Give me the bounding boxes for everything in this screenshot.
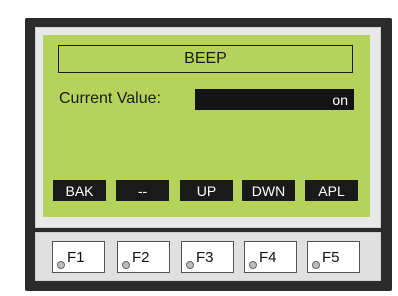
softkey-down[interactable]: DWN [242,180,295,201]
screen-title: BEEP [58,45,353,73]
f4-label: F4 [259,249,277,266]
softkey-apply[interactable]: APL [305,180,358,201]
current-value-text: on [332,91,348,108]
softkey-up[interactable]: UP [180,180,233,201]
softkey-bak[interactable]: BAK [53,180,106,201]
f2-label: F2 [132,249,150,266]
softkey-blank[interactable]: -- [116,180,169,201]
softkey-label: APL [318,182,345,199]
softkey-label: -- [137,182,148,199]
screen-title-text: BEEP [184,50,227,67]
current-value-field[interactable]: on [195,89,354,110]
function-key-panel: F1 F2 F3 F4 F5 [35,232,381,281]
led-icon [122,261,130,269]
f1-label: F1 [67,249,85,266]
softkey-label: DWN [251,182,286,199]
f5-label: F5 [322,249,340,266]
f1-button[interactable]: F1 [52,241,105,273]
led-icon [249,261,257,269]
softkey-label: UP [196,182,217,199]
led-icon [312,261,320,269]
softkey-bar: BAK -- UP DWN APL [53,180,360,201]
current-value-label: Current Value: [59,90,161,107]
f4-button[interactable]: F4 [244,241,297,273]
f2-button[interactable]: F2 [117,241,170,273]
led-icon [186,261,194,269]
lcd-screen: BEEP Current Value: on BAK -- UP DWN APL [43,35,370,217]
f3-label: F3 [196,249,214,266]
f3-button[interactable]: F3 [181,241,234,273]
led-icon [57,261,65,269]
softkey-label: BAK [65,182,94,199]
f5-button[interactable]: F5 [307,241,360,273]
